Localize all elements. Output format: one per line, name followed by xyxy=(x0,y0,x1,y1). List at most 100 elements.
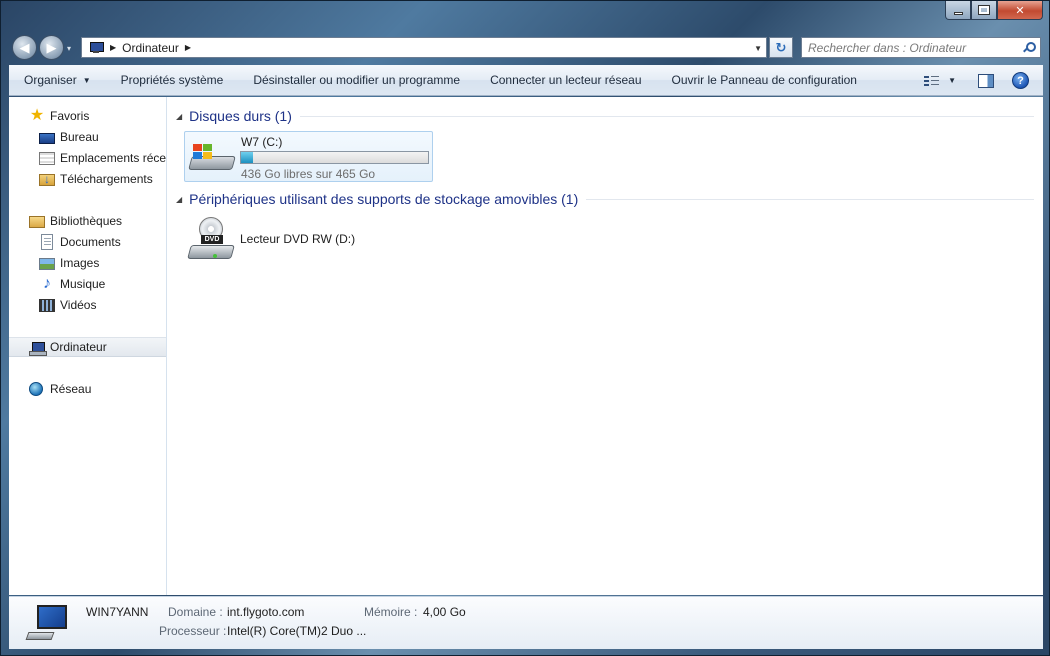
uninstall-program-button[interactable]: Désinstaller ou modifier un programme xyxy=(238,65,475,96)
open-control-panel-label: Ouvrir le Panneau de configuration xyxy=(671,73,857,87)
content-area: ★ Favoris Bureau Emplacements récents Té… xyxy=(9,97,1043,595)
search-box[interactable] xyxy=(801,37,1041,58)
star-icon: ★ xyxy=(29,107,45,124)
help-icon[interactable]: ? xyxy=(1012,72,1029,89)
close-button[interactable]: ✕ xyxy=(997,1,1043,20)
collapse-triangle-icon[interactable]: ◢ xyxy=(176,112,182,121)
command-bar-right: ▼ ? xyxy=(924,65,1043,96)
navigation-pane[interactable]: ★ Favoris Bureau Emplacements récents Té… xyxy=(9,97,167,595)
sidebar-item-favorites[interactable]: ★ Favoris xyxy=(9,106,166,126)
computer-icon xyxy=(88,41,104,54)
caption-buttons: ✕ xyxy=(945,1,1043,21)
film-icon xyxy=(39,298,55,312)
minimize-icon xyxy=(953,11,963,15)
change-view-icon[interactable] xyxy=(924,75,940,87)
group-title: Disques durs (1) xyxy=(189,108,292,124)
group-title: Périphériques utilisant des supports de … xyxy=(189,191,579,207)
breadcrumb-separator[interactable]: ▶ xyxy=(185,43,191,52)
system-properties-button[interactable]: Propriétés système xyxy=(106,65,239,96)
dvd-led xyxy=(213,254,217,258)
file-list[interactable]: ◢ Disques durs (1) W7 (C:) 436 Go libres… xyxy=(168,97,1043,595)
sidebar-item-recent-places[interactable]: Emplacements récents xyxy=(9,148,167,168)
computer-icon xyxy=(29,341,47,356)
drive-name: Lecteur DVD RW (D:) xyxy=(240,232,356,246)
sidebar-item-label: Vidéos xyxy=(60,298,97,312)
arrow-left-icon: ◀ xyxy=(19,39,30,55)
minimize-button[interactable] xyxy=(945,1,971,20)
drive-c-item[interactable]: W7 (C:) 436 Go libres sur 465 Go xyxy=(184,131,433,182)
dvd-badge: DVD xyxy=(201,235,223,244)
group-header-hard-drives[interactable]: ◢ Disques durs (1) xyxy=(176,106,1034,126)
sidebar-item-documents[interactable]: Documents xyxy=(9,232,166,252)
memory-label: Mémoire : xyxy=(364,605,418,619)
view-options-chevron-icon[interactable]: ▼ xyxy=(948,76,956,85)
chevron-down-icon: ▼ xyxy=(82,75,91,85)
sidebar-item-label: Téléchargements xyxy=(60,172,153,186)
group-header-removable-storage[interactable]: ◢ Périphériques utilisant des supports d… xyxy=(176,189,1034,209)
sidebar-item-label: Réseau xyxy=(50,382,92,396)
back-button[interactable]: ◀ xyxy=(12,35,37,60)
document-icon xyxy=(41,234,53,250)
drive-name: W7 (C:) xyxy=(241,135,283,149)
address-dropdown-button[interactable]: ▼ xyxy=(754,44,762,53)
sidebar-item-music[interactable]: ♪ Musique xyxy=(9,274,166,294)
refresh-icon: ↻ xyxy=(775,39,787,55)
close-icon: ✕ xyxy=(1015,4,1025,17)
drive-d-item[interactable]: DVD Lecteur DVD RW (D:) xyxy=(184,215,384,267)
group-divider xyxy=(299,115,1034,117)
map-network-drive-label: Connecter un lecteur réseau xyxy=(490,73,642,87)
downloads-icon xyxy=(39,172,55,186)
sidebar-item-label: Emplacements récents xyxy=(60,151,167,165)
desktop-icon xyxy=(39,132,55,144)
dvd-drive-body xyxy=(187,245,235,259)
sidebar-item-label: Bibliothèques xyxy=(50,214,123,228)
sidebar-item-label: Ordinateur xyxy=(50,340,107,354)
group-divider xyxy=(586,198,1034,200)
maximize-button[interactable] xyxy=(971,1,997,20)
memory-value: 4,00 Go xyxy=(423,605,466,619)
drive-usage-bar xyxy=(240,151,429,164)
sidebar-item-videos[interactable]: Vidéos xyxy=(9,295,166,315)
maximize-icon xyxy=(978,5,990,15)
search-icon[interactable] xyxy=(1023,42,1036,53)
recent-places-icon xyxy=(39,151,55,165)
collapse-triangle-icon[interactable]: ◢ xyxy=(176,195,182,204)
domain-label: Domaine : xyxy=(168,605,223,619)
forward-button[interactable]: ▶ xyxy=(39,35,64,60)
processor-value: Intel(R) Core(TM)2 Duo ... xyxy=(227,624,367,638)
preview-pane-icon[interactable] xyxy=(978,73,994,88)
navigation-bar: ◀ ▶ ▾ ▶ Ordinateur ▶ ▼ ↻ xyxy=(1,31,1050,63)
sidebar-item-label: Documents xyxy=(60,235,121,249)
drive-usage-fill xyxy=(241,152,253,163)
processor-label: Processeur : xyxy=(159,624,227,638)
sidebar-item-desktop[interactable]: Bureau xyxy=(9,127,166,147)
address-bar[interactable]: ▶ Ordinateur ▶ ▼ xyxy=(81,37,767,58)
domain-value: int.flygoto.com xyxy=(227,605,305,619)
command-bar: Organiser ▼ Propriétés système Désinstall… xyxy=(9,65,1043,96)
sidebar-item-network[interactable]: Réseau xyxy=(9,379,166,399)
breadcrumb-computer[interactable]: Ordinateur xyxy=(122,41,179,55)
recent-pages-button[interactable]: ▾ xyxy=(67,44,71,53)
arrow-right-icon: ▶ xyxy=(46,39,57,55)
refresh-button[interactable]: ↻ xyxy=(769,37,793,58)
open-control-panel-button[interactable]: Ouvrir le Panneau de configuration xyxy=(657,65,872,96)
sidebar-item-libraries[interactable]: Bibliothèques xyxy=(9,211,166,231)
system-properties-label: Propriétés système xyxy=(120,73,224,87)
uninstall-program-label: Désinstaller ou modifier un programme xyxy=(253,73,461,87)
sidebar-item-downloads[interactable]: Téléchargements xyxy=(9,169,166,189)
computer-large-icon xyxy=(25,603,71,643)
sidebar-item-label: Images xyxy=(60,256,100,270)
organize-label: Organiser xyxy=(24,73,77,87)
sidebar-item-images[interactable]: Images xyxy=(9,253,166,273)
dvd-drive-icon: DVD xyxy=(187,217,235,263)
windows-logo-icon xyxy=(193,144,213,160)
organize-button[interactable]: Organiser ▼ xyxy=(9,65,106,96)
image-icon xyxy=(39,258,55,270)
search-input[interactable] xyxy=(808,40,1013,55)
sidebar-item-label: Favoris xyxy=(50,109,90,123)
drive-free-space: 436 Go libres sur 465 Go xyxy=(241,167,376,181)
sidebar-item-computer[interactable]: Ordinateur xyxy=(9,337,166,357)
map-network-drive-button[interactable]: Connecter un lecteur réseau xyxy=(475,65,656,96)
breadcrumb-separator[interactable]: ▶ xyxy=(110,43,116,52)
computer-name: WIN7YANN xyxy=(86,605,149,619)
